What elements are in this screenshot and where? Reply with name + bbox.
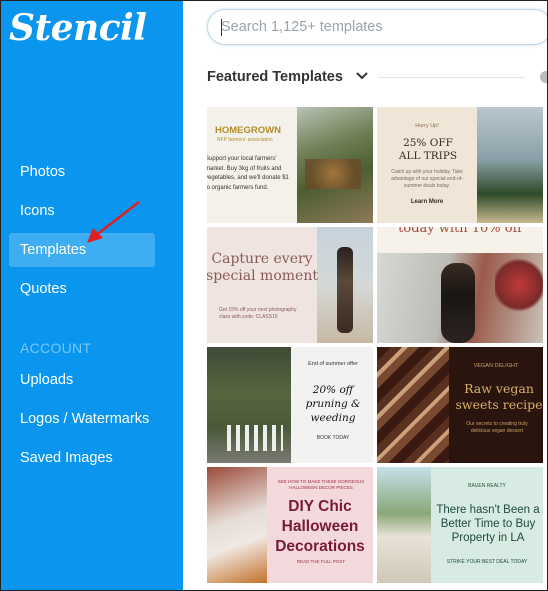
template-headline: 25% OFF ALL TRIPS: [398, 137, 458, 162]
template-photo: [441, 263, 475, 343]
template-brand: HOMEGROWN: [215, 125, 281, 136]
account-section-label: ACCOUNT: [20, 340, 92, 356]
chevron-down-icon[interactable]: [356, 69, 368, 84]
template-kicker: SEE HOW TO MAKE THESE GORGEOUS HALLOWEEN…: [277, 479, 365, 490]
template-sub: NFP farmers' association: [217, 137, 273, 143]
annotation-arrow-icon: [87, 201, 140, 243]
search-bar[interactable]: [207, 9, 547, 45]
template-card-ten-off[interactable]: today with 10% off: [377, 227, 543, 343]
scroll-indicator[interactable]: [540, 71, 547, 83]
template-cta: Learn More: [410, 199, 444, 205]
template-headline: DIY Chic Halloween Decorations: [275, 498, 365, 555]
template-cta: STRIKE YOUR BEST DEAL TODAY: [446, 559, 528, 565]
template-cta: READ THE FULL POST: [296, 559, 346, 564]
template-body: Catch up with your holiday. Take advanta…: [391, 169, 463, 189]
stencil-logo[interactable]: Stencil: [9, 7, 147, 49]
template-photo: [337, 247, 353, 333]
template-kicker: VEGAN DELIGHT: [473, 363, 519, 369]
template-headline: today with 10% off: [398, 227, 522, 236]
sidebar-item-quotes[interactable]: Quotes: [9, 272, 155, 306]
template-body: Support your local farmers' market. Buy …: [207, 156, 289, 191]
template-photo: [495, 255, 543, 315]
template-body: Get 15% off your next photography class …: [219, 307, 297, 320]
template-headline: There hasn't Been a Better Time to Buy P…: [436, 504, 540, 544]
search-input[interactable]: [221, 10, 521, 44]
template-card-vegan[interactable]: VEGAN DELIGHT Raw vegan sweets recipe Ou…: [377, 347, 543, 463]
template-body: Our secrets to creating truly delicious …: [466, 421, 528, 434]
featured-templates-title[interactable]: Featured Templates: [207, 69, 343, 85]
main-panel: Featured Templates HOMEGROWN NFP farmers…: [183, 1, 547, 590]
text-caret: [221, 19, 222, 36]
template-headline: Raw vegan sweets recipe: [455, 381, 543, 412]
app-window: Stencil Photos Icons Templates Quotes AC…: [0, 0, 548, 591]
template-kicker: BAUEN REALTY: [468, 483, 506, 489]
template-photo: [227, 425, 283, 451]
template-photo: [207, 467, 267, 583]
template-card-halloween[interactable]: SEE HOW TO MAKE THESE GORGEOUS HALLOWEEN…: [207, 467, 373, 583]
template-headline: Capture every special moment: [207, 251, 318, 284]
template-card-pruning[interactable]: End of summer offer 20% off pruning & we…: [207, 347, 373, 463]
template-card-realty[interactable]: BAUEN REALTY There hasn't Been a Better …: [377, 467, 543, 583]
template-headline: 20% off pruning & weeding: [305, 384, 361, 424]
sidebar: Stencil Photos Icons Templates Quotes AC…: [1, 1, 183, 590]
sidebar-item-uploads[interactable]: Uploads: [9, 363, 155, 397]
template-kicker: End of summer offer: [308, 361, 358, 367]
template-photo: [377, 467, 431, 583]
template-card-homegrown[interactable]: HOMEGROWN NFP farmers' association Suppo…: [207, 107, 373, 223]
template-cta: BOOK TODAY: [316, 435, 350, 441]
sidebar-item-saved-images[interactable]: Saved Images: [9, 441, 155, 475]
template-kicker: Hurry Up!: [415, 123, 439, 129]
template-photo: [477, 107, 543, 223]
template-photo: [377, 347, 449, 463]
template-card-capture[interactable]: Capture every special moment Get 15% off…: [207, 227, 373, 343]
divider: [378, 77, 525, 78]
template-card-trips[interactable]: Hurry Up! 25% OFF ALL TRIPS Catch up wit…: [377, 107, 543, 223]
sidebar-item-logos-watermarks[interactable]: Logos / Watermarks: [9, 402, 179, 436]
sidebar-item-photos[interactable]: Photos: [9, 155, 155, 189]
template-photo: [305, 159, 361, 189]
